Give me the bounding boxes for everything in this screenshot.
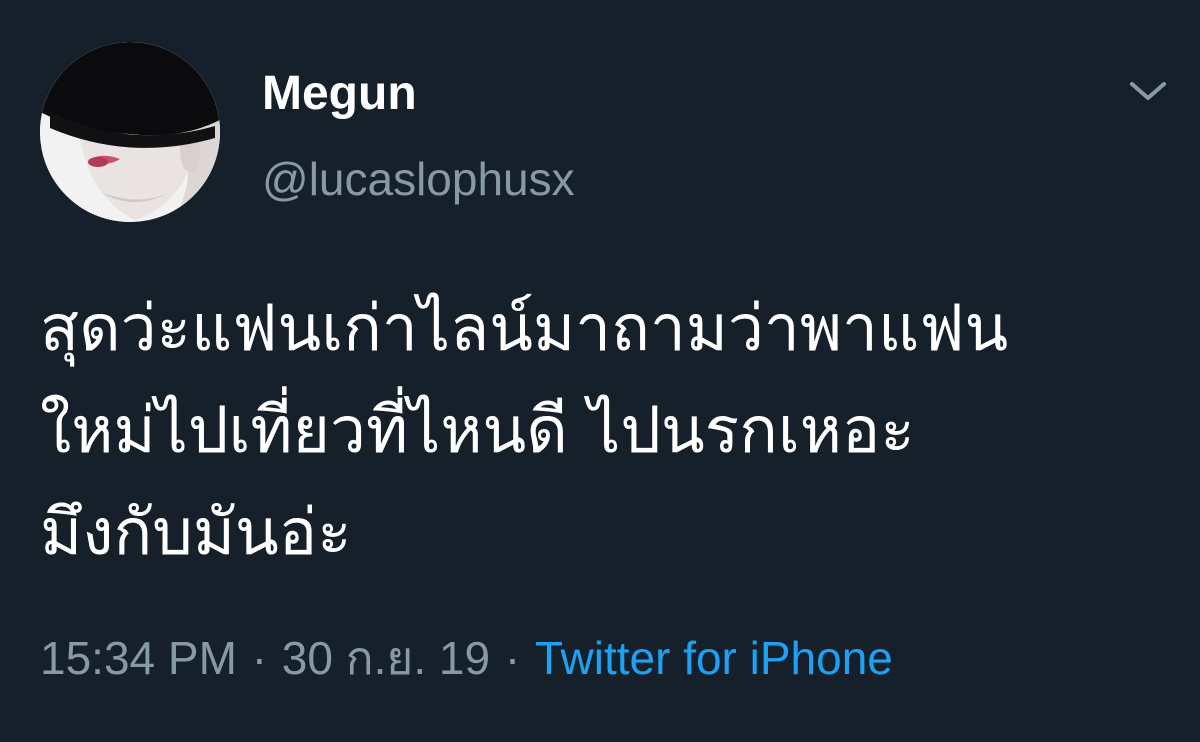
meta-separator: · bbox=[251, 632, 268, 684]
user-handle[interactable]: @lucaslophusx bbox=[262, 152, 575, 206]
tweet-text-line: ใหม่ไปเที่ยวที่ไหนดี ไปนรกเหอะ bbox=[40, 394, 915, 468]
tweet-meta: 15:34 PM · 30 ก.ย. 19 · Twitter for iPho… bbox=[40, 628, 893, 688]
avatar-image bbox=[40, 42, 220, 222]
avatar[interactable] bbox=[40, 42, 220, 222]
tweet-source-link[interactable]: Twitter for iPhone bbox=[535, 632, 893, 684]
tweet-text-line: สุดว่ะแฟนเก่าไลน์มาถามว่าพาแฟน bbox=[40, 292, 1009, 366]
tweet-text: สุดว่ะแฟนเก่าไลน์มาถามว่าพาแฟน ใหม่ไปเที… bbox=[40, 278, 1180, 584]
tweet-time[interactable]: 15:34 PM bbox=[40, 632, 237, 684]
meta-separator: · bbox=[504, 632, 521, 684]
tweet-date[interactable]: 30 ก.ย. 19 bbox=[282, 632, 490, 684]
chevron-down-icon[interactable] bbox=[1126, 76, 1170, 106]
tweet-card: Megun @lucaslophusx สุดว่ะแฟนเก่าไลน์มาถ… bbox=[0, 0, 1200, 742]
tweet-text-line: มึงกับมันอ่ะ bbox=[40, 496, 352, 570]
display-name[interactable]: Megun bbox=[262, 66, 417, 122]
